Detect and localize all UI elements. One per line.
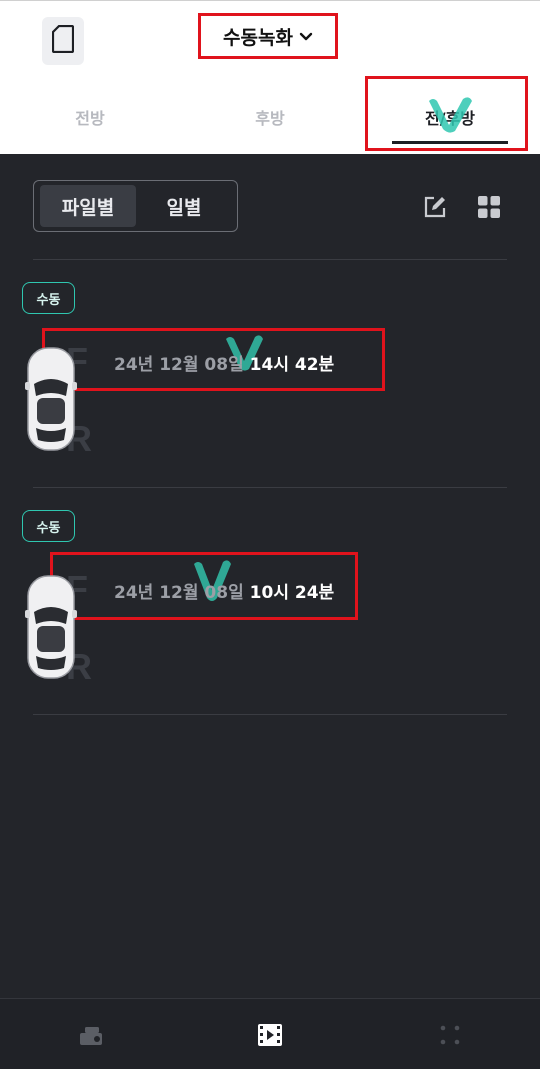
recording-date: 24년 12월 08일 <box>114 355 244 375</box>
active-tab-indicator <box>392 141 508 144</box>
chevron-down-icon <box>299 25 313 47</box>
segment-by-day[interactable]: 일별 <box>136 185 232 227</box>
tab-front[interactable]: 전방 <box>30 105 150 129</box>
recording-time: 14시 42분 <box>249 355 335 375</box>
video-list-icon[interactable] <box>256 1021 284 1049</box>
manual-badge: 수동 <box>22 282 75 314</box>
dashcam-icon[interactable] <box>77 1021 105 1049</box>
top-header: 수동녹화 전방 후방 전/후방 <box>0 0 540 154</box>
recording-timestamp: 24년 12월 08일 10시 24분 <box>114 578 334 603</box>
view-mode-segment: 파일별 일별 <box>33 180 238 232</box>
divider <box>33 259 507 260</box>
camera-tabs: 전방 후방 전/후방 <box>0 85 540 151</box>
divider <box>33 487 507 488</box>
recording-time: 10시 24분 <box>249 583 335 603</box>
more-dots-icon[interactable] <box>436 1021 464 1049</box>
recording-timestamp: 24년 12월 08일 14시 42분 <box>114 350 334 375</box>
tab-rear[interactable]: 후방 <box>210 105 330 129</box>
recording-date: 24년 12월 08일 <box>114 583 244 603</box>
segment-by-file[interactable]: 파일별 <box>40 185 136 227</box>
sd-card-button[interactable] <box>42 17 84 65</box>
tab-front-rear[interactable]: 전/후방 <box>390 105 510 129</box>
manual-badge: 수동 <box>22 510 75 542</box>
recording-mode-label: 수동녹화 <box>223 26 293 49</box>
edit-icon[interactable] <box>422 194 448 220</box>
grid-view-icon[interactable] <box>476 194 502 220</box>
recording-mode-dropdown[interactable]: 수동녹화 <box>198 13 338 59</box>
bottom-nav <box>0 998 540 1069</box>
sd-card-icon <box>51 24 75 57</box>
divider <box>33 714 507 715</box>
car-icon <box>25 575 77 679</box>
car-icon <box>25 347 77 451</box>
